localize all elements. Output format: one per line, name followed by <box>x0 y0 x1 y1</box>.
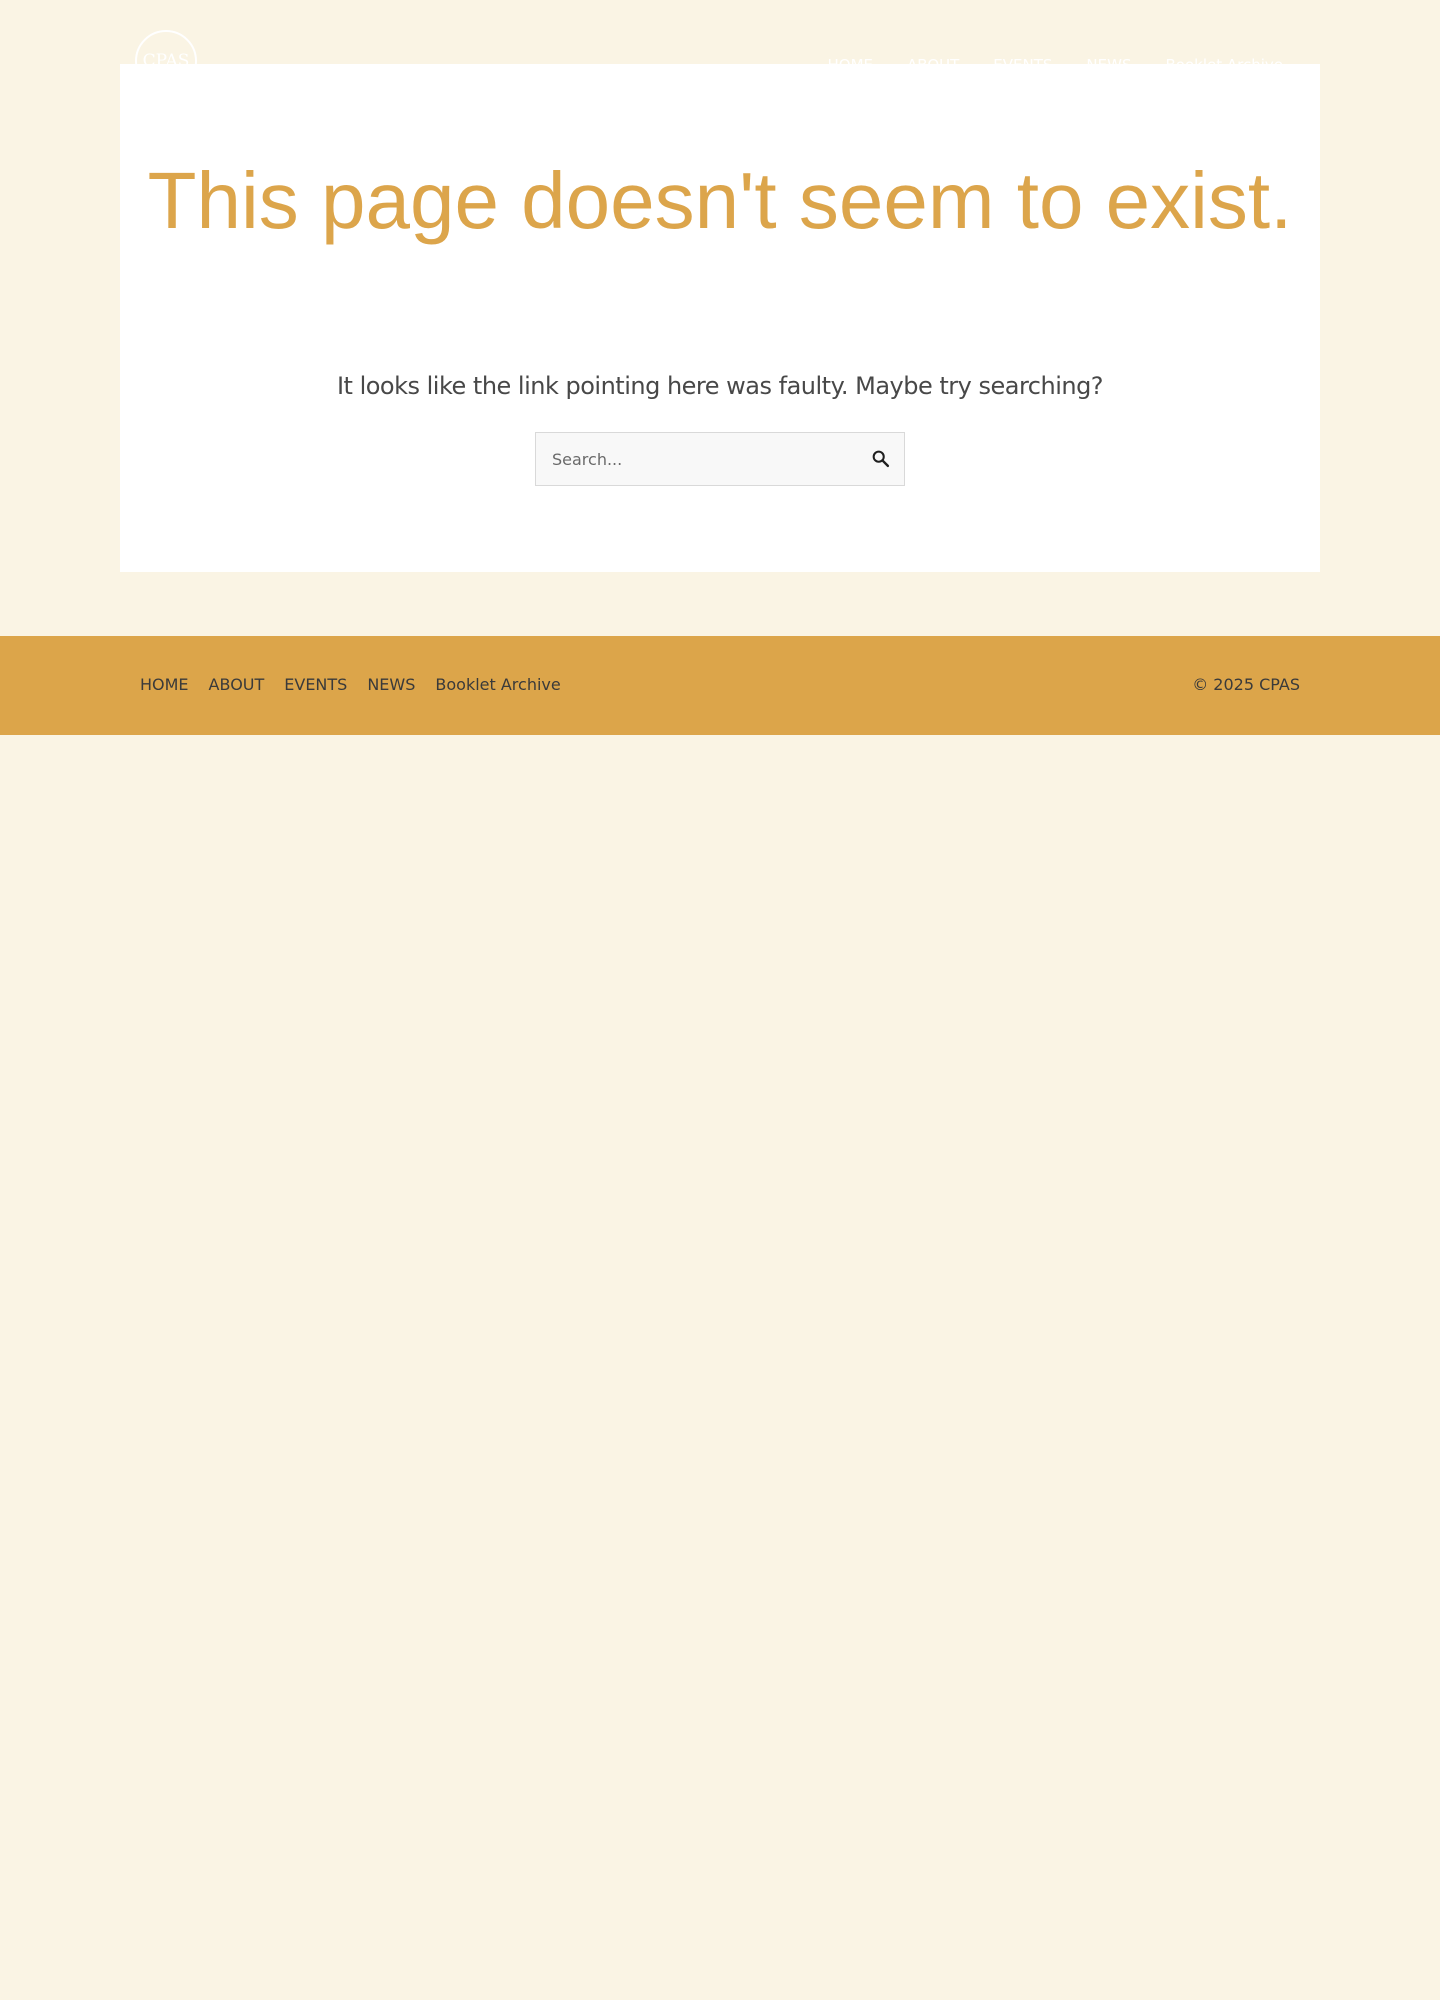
search-form <box>535 432 905 486</box>
search-input[interactable] <box>536 433 846 485</box>
error-card: This page doesn't seem to exist. It look… <box>120 64 1320 572</box>
footer-nav-booklet-archive[interactable]: Booklet Archive <box>435 675 560 695</box>
copyright-text: © 2025 CPAS <box>1192 675 1300 694</box>
page-title: This page doesn't seem to exist. <box>147 156 1293 245</box>
footer-nav-events[interactable]: EVENTS <box>284 675 347 695</box>
footer-nav-home[interactable]: HOME <box>140 675 189 695</box>
site-footer: HOME ABOUT EVENTS NEWS Booklet Archive ©… <box>0 636 1440 735</box>
page-subtitle: It looks like the link pointing here was… <box>336 372 1104 400</box>
footer-nav: HOME ABOUT EVENTS NEWS Booklet Archive <box>140 675 561 695</box>
footer-nav-about[interactable]: ABOUT <box>209 675 265 695</box>
footer-nav-news[interactable]: NEWS <box>367 675 415 695</box>
search-button[interactable] <box>870 448 892 470</box>
search-icon <box>872 450 890 468</box>
